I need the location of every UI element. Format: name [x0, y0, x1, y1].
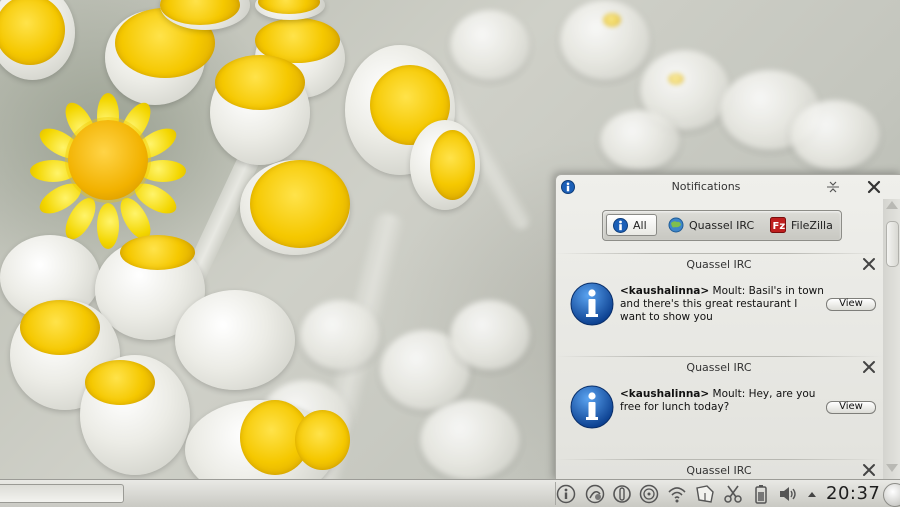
notification-sender: <kaushalinna> [620, 285, 710, 297]
info-icon[interactable] [556, 484, 576, 504]
view-button[interactable]: View [826, 298, 876, 311]
notification-message: <kaushalinna> Moult: Hey, are you free f… [620, 388, 826, 414]
battery-icon[interactable] [751, 484, 771, 504]
info-icon [570, 282, 614, 326]
app-filter-bar: All Quassel IRC Fz FileZilla [602, 210, 842, 241]
close-icon[interactable] [866, 179, 882, 195]
close-icon[interactable] [861, 462, 877, 478]
svg-text:Fz: Fz [773, 221, 786, 232]
filter-quassel-label: Quassel IRC [689, 218, 755, 232]
scrollbar[interactable] [883, 199, 900, 480]
close-icon[interactable] [861, 256, 877, 272]
collapse-icon[interactable] [826, 180, 840, 194]
power-icon[interactable] [612, 484, 632, 504]
taskbar: 20:37 [0, 479, 900, 507]
clock[interactable]: 20:37 [826, 483, 880, 504]
wifi-icon[interactable] [667, 484, 687, 504]
desktop-toolbox-icon[interactable] [883, 483, 900, 507]
filter-all-button[interactable]: All [606, 214, 657, 236]
quassel-globe-icon [668, 217, 684, 233]
notification-item: Quassel IRC <kaushalinna> Moult: Basil's… [556, 258, 882, 358]
expand-tray-arrow-icon[interactable] [806, 484, 818, 504]
filter-quassel-button[interactable]: Quassel IRC [668, 214, 754, 236]
notification-message: <kaushalinna> Moult: Basil's in town and… [620, 285, 826, 324]
filter-filezilla-button[interactable]: Fz FileZilla [770, 214, 833, 236]
close-icon[interactable] [861, 359, 877, 375]
filter-all-label: All [633, 218, 647, 232]
scroll-thumb[interactable] [886, 221, 899, 267]
taskbar-task-area[interactable] [0, 484, 124, 503]
filezilla-icon: Fz [770, 217, 786, 233]
filter-filezilla-label: FileZilla [791, 218, 833, 232]
notification-item: Quassel IRC <kaushalinna> Moult: Hey, ar… [556, 361, 882, 461]
volume-icon[interactable] [778, 484, 798, 504]
notification-app-name: Quassel IRC [686, 258, 752, 271]
notifications-panel: Notifications All Quassel IRC Fz FileZil… [555, 174, 900, 481]
info-icon [570, 385, 614, 429]
view-button[interactable]: View [826, 401, 876, 414]
notes-icon[interactable] [695, 484, 715, 504]
clipboard-scissors-icon[interactable] [723, 484, 743, 504]
network-monitor-icon[interactable] [585, 484, 605, 504]
info-icon [613, 217, 628, 233]
disc-icon[interactable] [639, 484, 659, 504]
notification-app-name: Quassel IRC [686, 464, 752, 477]
panel-header: Notifications [556, 175, 900, 199]
notification-app-name: Quassel IRC [686, 361, 752, 374]
notification-sender: <kaushalinna> [620, 388, 710, 400]
panel-title: Notifications [671, 180, 741, 193]
scroll-down-arrow-icon[interactable] [886, 464, 898, 472]
scroll-up-arrow-icon[interactable] [886, 201, 898, 209]
